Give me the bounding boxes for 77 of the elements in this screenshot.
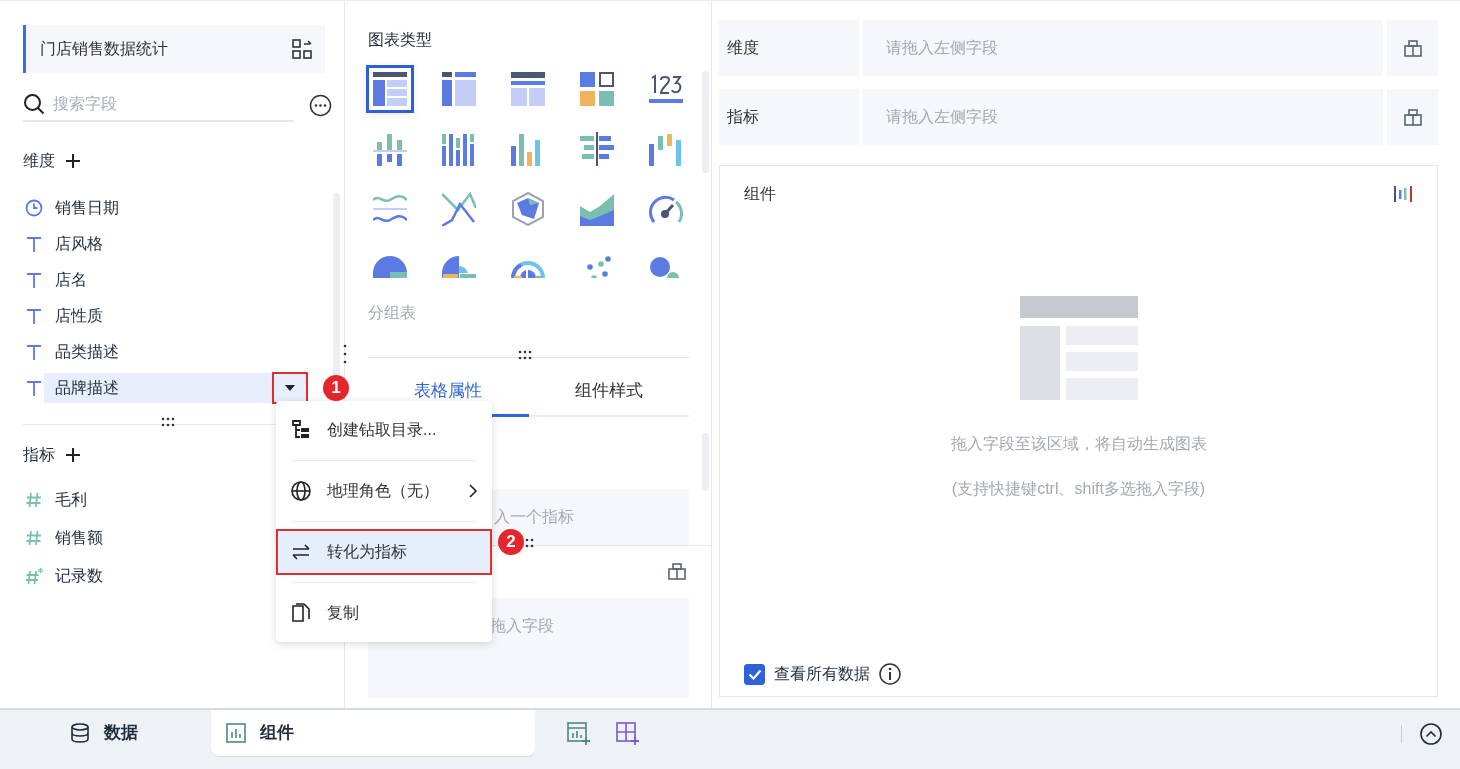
add-icon[interactable]	[65, 447, 81, 463]
callout-badge: 1	[323, 375, 349, 401]
info-icon[interactable]	[879, 663, 901, 685]
switch-icon[interactable]	[291, 38, 313, 60]
drag-handle-icon[interactable]	[518, 350, 532, 360]
collapse-icon[interactable]	[1420, 723, 1442, 745]
chart-type-name: 分组表	[368, 303, 417, 323]
chart-type-icon	[649, 72, 683, 106]
shelf-label: 维度	[719, 20, 859, 76]
section-label: 指标	[23, 445, 55, 465]
field-item[interactable]: 店性质	[44, 301, 103, 331]
dataset-title: 门店销售数据统计	[40, 39, 168, 59]
text-type-icon	[25, 307, 43, 325]
property-tab[interactable]: 组件样式	[528, 374, 689, 417]
chart-type-icon	[373, 132, 407, 166]
chart-type-icon	[373, 256, 407, 278]
copy-icon	[291, 603, 311, 623]
clock-icon	[25, 199, 43, 217]
field-item[interactable]: 店名	[44, 265, 87, 295]
chart-type-icon	[442, 256, 476, 278]
chart-type-icon	[511, 72, 545, 106]
checkbox[interactable]	[744, 663, 765, 685]
drag-handle-icon[interactable]	[343, 344, 347, 364]
bottom-tab[interactable]: 组件	[211, 710, 535, 756]
field-item[interactable]: 毛利	[44, 485, 87, 515]
text-type-icon	[25, 379, 43, 397]
chart-type-icon	[580, 72, 614, 106]
number-type-icon	[25, 491, 43, 509]
chart-type-icon	[580, 192, 614, 226]
caret-icon	[285, 385, 295, 391]
add-chart-icon[interactable]	[567, 722, 591, 746]
empty-hint: (支持快捷键ctrl、shift多选拖入字段)	[951, 478, 1206, 499]
tree-icon	[291, 420, 311, 440]
add-layout-icon[interactable]	[616, 722, 640, 746]
chart-type-icon	[649, 132, 683, 166]
shelf-label: 指标	[719, 89, 859, 145]
pin-icon	[1402, 107, 1423, 127]
add-icon[interactable]	[65, 153, 81, 169]
field-item[interactable]: 店风格	[44, 229, 103, 259]
pin-icon	[1402, 38, 1423, 58]
database-icon	[70, 723, 90, 743]
chart-type-icon	[580, 132, 614, 166]
text-type-icon	[25, 235, 43, 253]
check-icon	[747, 668, 762, 680]
count-type-icon	[25, 567, 43, 585]
checkbox-label: 查看所有数据	[774, 664, 870, 684]
globe-icon	[291, 481, 311, 501]
chevron-right-icon	[468, 483, 478, 499]
field-item[interactable]: 销售日期	[44, 193, 119, 223]
field-item[interactable]: 销售额	[44, 523, 103, 553]
pin-button[interactable]	[1387, 20, 1438, 76]
section-title: 图表类型	[368, 30, 433, 50]
pin-button[interactable]	[1387, 89, 1438, 145]
field-item[interactable]: 品类描述	[44, 337, 119, 367]
field-item[interactable]: 记录数	[44, 561, 103, 591]
dropdown-button[interactable]	[272, 372, 308, 404]
empty-message: 拖入字段至该区域，将自动生成图表	[950, 433, 1207, 454]
chart-type-icon	[511, 192, 545, 226]
bottom-tab[interactable]: 数据	[70, 710, 140, 756]
chart-type-option[interactable]	[366, 65, 414, 113]
drag-handle-icon[interactable]	[161, 417, 175, 427]
text-type-icon	[25, 271, 43, 289]
pin-icon[interactable]	[667, 562, 687, 581]
chart-type-icon	[373, 72, 407, 106]
search-icon	[23, 92, 45, 115]
chart-icon[interactable]	[1393, 184, 1413, 204]
section-label: 维度	[23, 151, 55, 171]
more-icon[interactable]	[309, 94, 332, 117]
chart-icon	[226, 723, 246, 743]
swap-icon	[291, 542, 311, 562]
card-title: 组件	[744, 184, 776, 204]
chart-type-icon	[442, 192, 476, 226]
number-type-icon	[25, 529, 43, 547]
chart-type-icon	[442, 72, 476, 106]
callout-badge: 2	[498, 529, 524, 555]
chart-type-icon	[442, 132, 476, 166]
text-type-icon	[25, 343, 43, 361]
